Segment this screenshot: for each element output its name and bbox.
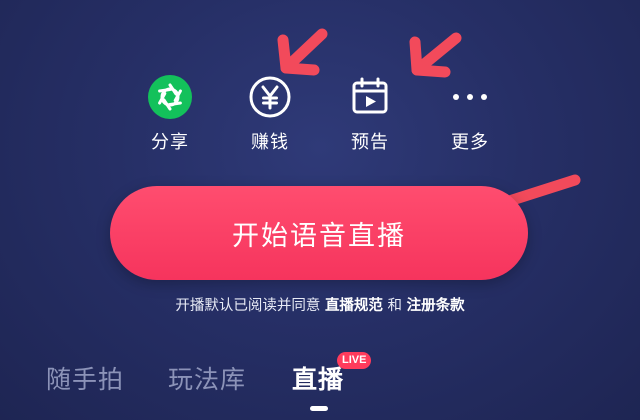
- agreement-middle: 和: [382, 298, 407, 314]
- share-icon: [147, 74, 193, 120]
- active-tab-indicator: [310, 406, 328, 411]
- share-action[interactable]: 分享: [130, 74, 210, 154]
- live-start-screen: 分享 赚钱 预告 更多 开始语音直播 开播默认已阅读并同意 直播规范 和 注册条…: [0, 0, 640, 420]
- agreement-prefix: 开播默认已阅读并同意: [175, 298, 325, 314]
- live-badge: LIVE: [337, 352, 372, 369]
- annotation-arrow-earn: [277, 28, 328, 76]
- more-action[interactable]: 更多: [430, 74, 510, 154]
- start-voice-live-button[interactable]: 开始语音直播: [110, 186, 528, 280]
- earn-action[interactable]: 赚钱: [230, 74, 310, 154]
- preview-action[interactable]: 预告: [330, 74, 410, 154]
- earn-label: 赚钱: [251, 132, 289, 153]
- more-dots-icon: [447, 74, 493, 120]
- registration-terms-link[interactable]: 注册条款: [407, 298, 465, 314]
- tab-live[interactable]: 直播: [292, 360, 344, 396]
- tab-quick-shoot[interactable]: 随手拍: [46, 360, 124, 396]
- more-label: 更多: [451, 132, 489, 153]
- live-rules-link[interactable]: 直播规范: [325, 298, 383, 314]
- yen-coin-icon: [247, 74, 293, 120]
- agreement-text: 开播默认已阅读并同意 直播规范 和 注册条款: [0, 294, 640, 315]
- start-voice-live-label: 开始语音直播: [232, 220, 406, 252]
- tab-play-library[interactable]: 玩法库: [168, 360, 246, 396]
- annotation-arrow-preview: [409, 32, 462, 78]
- share-label: 分享: [151, 132, 189, 153]
- preview-label: 预告: [351, 132, 389, 153]
- calendar-play-icon: [347, 74, 393, 120]
